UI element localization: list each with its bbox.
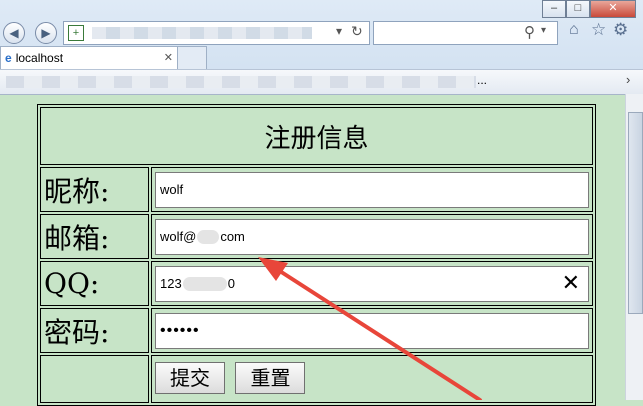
nickname-input[interactable]: wolf xyxy=(155,171,589,208)
qq-redacted xyxy=(182,276,227,291)
tab-close-icon[interactable]: ✕ xyxy=(164,47,173,69)
buttons-label-cell xyxy=(40,355,149,403)
email-label: 邮箱: xyxy=(40,214,149,259)
close-window-button[interactable]: ✕ xyxy=(590,0,636,18)
password-input[interactable]: •••••• xyxy=(155,312,589,349)
favorites-chevron-icon[interactable]: › xyxy=(626,72,630,87)
scrollbar-thumb[interactable] xyxy=(628,112,643,314)
maximize-button[interactable]: □ xyxy=(566,0,590,18)
back-button[interactable]: ◀ xyxy=(3,22,25,44)
nickname-label: 昵称: xyxy=(40,167,149,212)
qq-value-prefix: 123 xyxy=(160,276,182,291)
registration-form-table: 注册信息 昵称: wolf 邮箱: wolf@ com QQ: 123 0 ✕ 密码:… xyxy=(37,104,596,406)
vertical-scrollbar[interactable] xyxy=(625,94,643,400)
submit-button[interactable]: 提交 xyxy=(155,362,225,394)
refresh-icon[interactable]: ↻ xyxy=(351,23,363,40)
settings-gear-icon[interactable]: ⚙ xyxy=(613,20,628,40)
forward-button[interactable]: ▶ xyxy=(35,22,57,44)
search-box[interactable]: ⚲ ▾ xyxy=(373,21,558,45)
home-icon[interactable]: ⌂ xyxy=(569,21,579,39)
favorites-star-icon[interactable]: ☆ xyxy=(591,20,606,40)
qq-input[interactable]: 123 0 ✕ xyxy=(155,265,589,302)
address-text xyxy=(92,27,312,39)
reset-button[interactable]: 重置 xyxy=(235,362,306,394)
email-value-prefix: wolf@ xyxy=(160,229,197,244)
favorites-items xyxy=(6,76,476,88)
address-bar[interactable]: + ▾ ↻ xyxy=(63,21,370,45)
clear-input-icon[interactable]: ✕ xyxy=(562,270,580,296)
new-tab-button[interactable] xyxy=(177,46,207,69)
browser-chrome: – □ ✕ ◀ ▶ + ▾ ↻ ⚲ ▾ ⌂ ☆ ⚙ e localhost ✕ .… xyxy=(0,0,643,95)
qq-value-suffix: 0 xyxy=(227,276,235,291)
favorites-bar: ... › xyxy=(0,69,643,95)
qq-label: QQ: xyxy=(40,261,149,306)
form-title: 注册信息 xyxy=(40,107,593,165)
password-label: 密码: xyxy=(40,308,149,353)
nickname-value: wolf xyxy=(160,182,184,197)
search-dropdown-icon[interactable]: ▾ xyxy=(541,25,546,36)
tab-title: localhost xyxy=(15,51,64,65)
favorites-more[interactable]: ... xyxy=(477,73,487,87)
tab-localhost[interactable]: e localhost ✕ xyxy=(0,46,178,69)
address-dropdown-icon[interactable]: ▾ xyxy=(336,24,342,38)
page-icon: + xyxy=(68,25,84,41)
ie-icon: e xyxy=(5,51,12,65)
password-value: •••••• xyxy=(160,321,200,339)
search-icon[interactable]: ⚲ xyxy=(524,23,535,41)
email-redacted xyxy=(197,229,220,244)
email-input[interactable]: wolf@ com xyxy=(155,218,589,255)
email-value-suffix: com xyxy=(220,229,245,244)
minimize-button[interactable]: – xyxy=(542,0,566,18)
